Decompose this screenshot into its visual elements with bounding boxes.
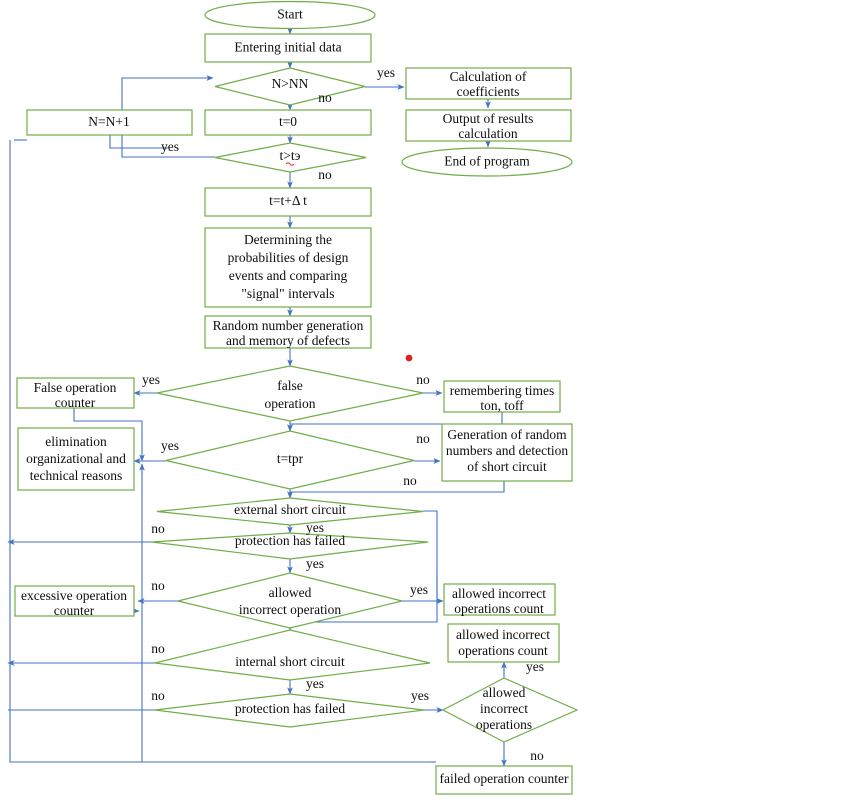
node-protection-failed-2-label: protection has failed (235, 701, 345, 716)
node-start: Start (204, 0, 376, 30)
flowchart-canvas: Start Entering initial data N>NN Calcula… (0, 0, 862, 802)
node-calculation-of-coefficients: Calculation of coefficients (405, 67, 572, 100)
node-external-short-circuit-label: external short circuit (234, 502, 346, 517)
node-allowed-incorrect-operations: allowed incorrect operations (441, 677, 579, 743)
node-generation-random-numbers: Generation of random numbers and detecti… (441, 423, 573, 482)
node-elimination-reasons-line1: elimination (45, 434, 107, 449)
node-elimination-reasons-line2: organizational and (26, 451, 126, 466)
node-false-operation-line2: operation (265, 396, 316, 411)
edge-label-allowed-incorrect-op-yes: yes (410, 582, 428, 597)
node-false-operation-line1: false (277, 378, 302, 393)
edge-label-n-gt-nn-no: no (318, 90, 332, 105)
node-start-label: Start (277, 7, 303, 22)
edge-label-false-operation-yes: yes (142, 372, 160, 387)
node-remembering-times-line2: ton, toff (480, 398, 524, 413)
node-allowed-incorrect-count-2-line2: operations count (458, 643, 548, 658)
node-false-operation-counter-line2: counter (55, 395, 96, 410)
node-determining-probabilities-line4: "signal" intervals (241, 286, 334, 301)
node-output-of-results: Output of results calculation (405, 109, 572, 142)
edge-label-t-gt-te-no: no (318, 167, 332, 182)
edge-label-protection-failed-2-yes: yes (411, 688, 429, 703)
node-remembering-times-line1: remembering times (450, 383, 555, 398)
edge-label-t-eq-tpr-no: no (416, 431, 430, 446)
node-internal-short-circuit: internal short circuit (154, 629, 431, 681)
node-allowed-incorrect-operations-line3: operations (476, 717, 532, 732)
node-entering-initial-data: Entering initial data (204, 33, 372, 63)
node-calculation-of-coefficients-line2: coefficients (457, 84, 520, 99)
node-allowed-incorrect-count-2-line1: allowed incorrect (456, 627, 550, 642)
node-allowed-incorrect-operations-line2: incorrect (480, 701, 528, 716)
node-t-eq-tpr-label: t=tpr (277, 451, 304, 466)
node-output-of-results-line1: Output of results (443, 111, 534, 126)
node-allowed-incorrect-operation: allowed incorrect operation (177, 572, 403, 629)
node-allowed-incorrect-operation-line2: incorrect operation (239, 602, 342, 617)
edge-label-protection-failed-1-yes: yes (306, 556, 324, 571)
node-entering-initial-data-label: Entering initial data (234, 40, 341, 55)
node-t-gt-te: t>tэ (214, 142, 367, 173)
node-protection-failed-1: protection has failed (151, 532, 429, 560)
node-excessive-operation-counter-line2: counter (54, 603, 95, 618)
node-output-of-results-line2: calculation (458, 126, 517, 141)
node-allowed-incorrect-operations-line1: allowed (483, 685, 526, 700)
node-excessive-operation-counter-line1: excessive operation (21, 588, 127, 603)
edge-label-t-gt-te-yes: yes (161, 139, 179, 154)
node-determining-probabilities-line2: probabilities of design (228, 250, 349, 265)
node-false-operation-counter-line1: False operation (34, 380, 117, 395)
node-end-of-program: End of program (401, 147, 573, 177)
node-t-zero: t=0 (204, 109, 372, 136)
node-internal-short-circuit-label: internal short circuit (235, 654, 345, 669)
node-protection-failed-1-label: protection has failed (235, 533, 345, 548)
node-t-gt-te-label: t>tэ (280, 148, 301, 163)
node-n-increment: N=N+1 (26, 109, 193, 136)
edge-label-external-sc-no: no (403, 473, 417, 488)
node-determining-probabilities-line3: events and comparing (229, 268, 348, 283)
node-t-eq-tpr: t=tpr (165, 430, 415, 490)
edge-label-t-eq-tpr-yes: yes (161, 438, 179, 453)
node-generation-random-numbers-line1: Generation of random (447, 427, 567, 442)
node-t-zero-label: t=0 (279, 114, 297, 129)
node-end-of-program-label: End of program (444, 154, 530, 169)
edge-label-internal-sc-yes: yes (306, 676, 324, 691)
node-random-number-generation-line1: Random number generation (213, 318, 364, 333)
node-elimination-reasons-line3: technical reasons (30, 468, 123, 483)
node-t-increment-label: t=t+Δ t (269, 193, 307, 208)
node-protection-failed-2: protection has failed (154, 693, 425, 728)
edge-label-protection-failed-2-no: no (151, 688, 165, 703)
edge-label-false-operation-no: no (416, 372, 430, 387)
node-generation-random-numbers-line2: numbers and detection (446, 443, 568, 458)
node-allowed-incorrect-count-1: allowed incorrect operations count (443, 583, 556, 616)
node-generation-random-numbers-line3: of short circuit (467, 459, 547, 474)
edge-label-external-sc-yes: yes (306, 520, 324, 535)
node-allowed-incorrect-count-1-line1: allowed incorrect (452, 586, 546, 601)
node-allowed-incorrect-count-1-line2: operations count (454, 601, 544, 616)
node-t-increment: t=t+Δ t (204, 187, 372, 217)
node-determining-probabilities-line1: Determining the (244, 232, 332, 247)
red-marker-dot (405, 354, 413, 362)
node-random-number-generation: Random number generation and memory of d… (204, 315, 372, 349)
node-excessive-operation-counter: excessive operation counter (14, 585, 135, 618)
node-allowed-incorrect-count-2: allowed incorrect operations count (447, 623, 560, 663)
edge-label-n-gt-nn-yes: yes (377, 65, 395, 80)
edge-label-allowed-incorrect-ops-no: no (530, 748, 544, 763)
edge-label-internal-sc-no: no (151, 641, 165, 656)
node-false-operation-counter: False operation counter (16, 377, 135, 410)
edge-label-protection-failed-1-no: no (151, 521, 165, 536)
node-n-gt-nn-label: N>NN (272, 76, 309, 91)
node-random-number-generation-line2: and memory of defects (226, 333, 350, 348)
node-external-short-circuit: external short circuit (156, 497, 424, 526)
node-determining-probabilities: Determining the probabilities of design … (204, 227, 372, 308)
edge-label-allowed-incorrect-op-no: no (151, 578, 165, 593)
node-false-operation-decision: false operation (156, 365, 424, 422)
edge-label-allowed-incorrect-ops-yes: yes (526, 659, 544, 674)
node-n-gt-nn: N>NN (214, 67, 366, 106)
node-allowed-incorrect-operation-line1: allowed (269, 585, 312, 600)
node-calculation-of-coefficients-line1: Calculation of (450, 69, 527, 84)
node-failed-operation-counter-label: failed operation counter (440, 771, 569, 786)
node-failed-operation-counter: failed operation counter (435, 765, 573, 795)
node-elimination-reasons: elimination organizational and technical… (17, 427, 135, 491)
node-remembering-times: remembering times ton, toff (443, 380, 561, 413)
node-n-increment-label: N=N+1 (88, 114, 129, 129)
